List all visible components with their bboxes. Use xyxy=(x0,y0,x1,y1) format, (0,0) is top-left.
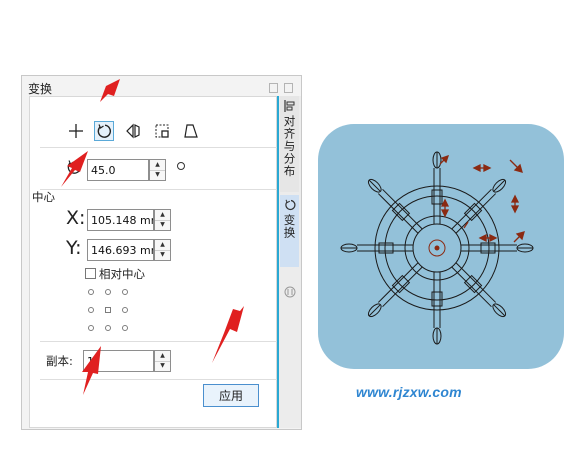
annotation-arrow-icon xyxy=(82,346,101,395)
annotation-arrow-icon xyxy=(100,79,120,102)
ship-wheel-icon xyxy=(340,151,534,345)
ship-wheel-preview xyxy=(318,124,564,369)
annotation-arrow-icon xyxy=(61,151,88,187)
watermark-text: www.rjzxw.com xyxy=(356,384,462,400)
annotation-arrow-icon xyxy=(212,306,244,363)
